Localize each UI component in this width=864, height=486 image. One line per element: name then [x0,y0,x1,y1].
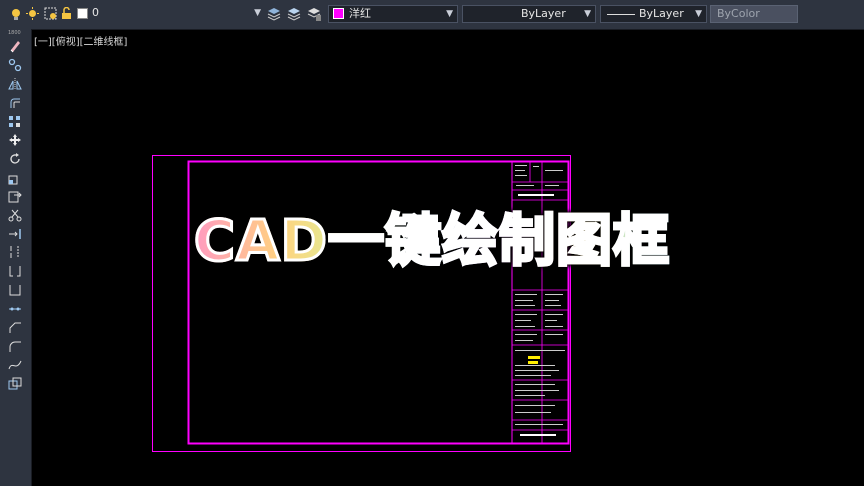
video-title: CAD一键绘制图框 [193,208,671,276]
video-title-overlay: CAD一键绘制图框 [0,196,864,277]
